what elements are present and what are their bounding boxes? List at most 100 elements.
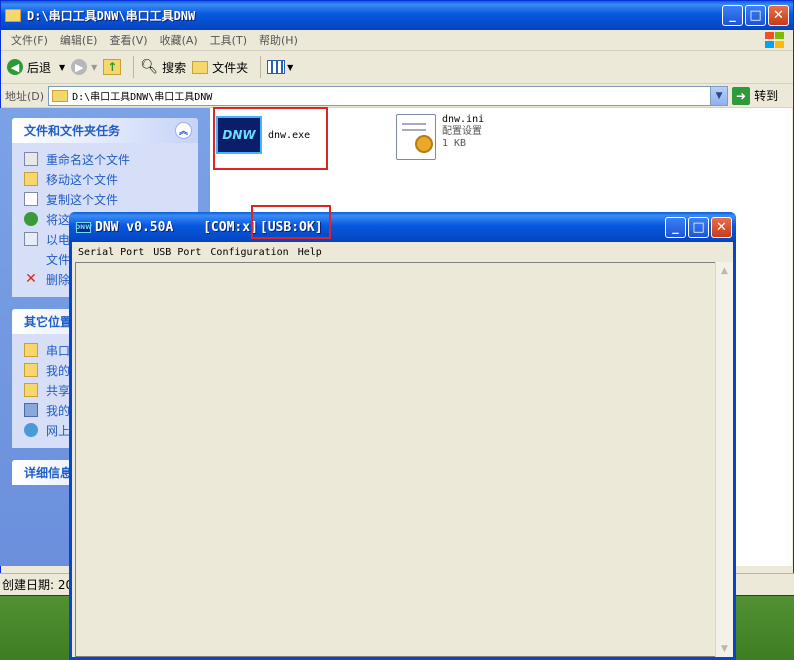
back-dropdown-icon[interactable]: ▼ [59, 63, 65, 72]
dnw-output-area[interactable] [75, 262, 718, 657]
task-label: 复制这个文件 [46, 192, 119, 207]
task-move[interactable]: 移动这个文件 [24, 169, 188, 189]
go-arrow-icon: ➜ [732, 86, 751, 105]
task-label: 重命名这个文件 [46, 152, 131, 167]
globe-icon [24, 212, 38, 226]
forward-dropdown-icon[interactable]: ▼ [91, 63, 97, 72]
rename-icon [24, 152, 38, 166]
network-icon [24, 423, 38, 437]
file-tasks-title: 文件和文件夹任务 [24, 124, 121, 138]
maximize-button[interactable]: □ [745, 5, 766, 26]
place-label: 我的 [46, 363, 71, 378]
place-label: 共享 [46, 383, 71, 398]
menu-favorites[interactable]: 收藏(A) [154, 32, 204, 48]
close-button[interactable]: ✕ [768, 5, 789, 26]
menu-usb-port[interactable]: USB Port [150, 247, 207, 258]
address-dropdown-icon[interactable]: ▼ [710, 86, 728, 105]
delete-x-icon: ✕ [25, 271, 37, 287]
views-dropdown-icon: ▼ [287, 62, 294, 72]
dnw-title-icon: DNW [75, 221, 92, 233]
close-button[interactable]: ✕ [711, 216, 732, 238]
menu-file[interactable]: 文件(F) [5, 32, 54, 48]
menu-edit[interactable]: 编辑(E) [54, 32, 104, 48]
menu-configuration[interactable]: Configuration [207, 247, 294, 258]
folder-icon [52, 89, 69, 102]
address-bar: 地址(D) D:\串口工具DNW\串口工具DNW ▼ ➜ 转到 [1, 84, 793, 108]
maximize-button[interactable]: □ [688, 216, 709, 238]
dnw-title-com: [COM:x] [203, 219, 258, 235]
search-label: 搜索 [162, 60, 187, 75]
search-button[interactable]: 🔍︎ 搜索 [140, 59, 186, 76]
views-icon [267, 60, 286, 74]
task-label: 文件 [46, 252, 71, 267]
go-label: 转到 [754, 89, 779, 103]
task-label: 以电 [46, 232, 71, 247]
place-label: 网上 [46, 423, 71, 438]
dnw-title-app: DNW v0.50A [95, 219, 174, 235]
task-label: 删除 [46, 272, 71, 287]
menu-view[interactable]: 查看(V) [103, 32, 153, 48]
menu-serial-port[interactable]: Serial Port [75, 247, 150, 258]
menu-help[interactable]: Help [295, 247, 328, 258]
task-label: 移动这个文件 [46, 172, 119, 187]
task-copy[interactable]: 复制这个文件 [24, 189, 188, 209]
back-label: 后退 [27, 60, 52, 75]
menu-tools[interactable]: 工具(T) [204, 32, 253, 48]
vertical-scrollbar[interactable]: ▲ ▼ [715, 262, 733, 657]
explorer-toolbar: ◀ 后退 ▼ ▶ ▼ ↑ 🔍︎ 搜索 文件夹 ▼ [1, 51, 793, 84]
toolbar-separator [133, 56, 135, 78]
forward-button[interactable]: ▶ ▼ [71, 59, 97, 75]
explorer-titlebar[interactable]: D:\串口工具DNW\串口工具DNW _ □ ✕ [1, 1, 793, 30]
folder-icon [24, 343, 38, 357]
file-tasks-header[interactable]: 文件和文件夹任务 ︽ [12, 118, 198, 143]
collapse-chevron-icon[interactable]: ︽ [175, 122, 192, 139]
minimize-button[interactable]: _ [665, 216, 686, 238]
up-folder-button[interactable]: ↑ [103, 59, 122, 75]
task-rename[interactable]: 重命名这个文件 [24, 149, 188, 169]
place-label: 我的 [46, 403, 71, 418]
dnw-title: DNW v0.50A [COM:x] [USB:OK] [95, 220, 663, 235]
scroll-up-icon[interactable]: ▲ [716, 262, 733, 279]
file-size: 1 KB [442, 138, 467, 149]
views-button[interactable]: ▼ [267, 60, 293, 74]
dnw-titlebar[interactable]: DNW DNW v0.50A [COM:x] [USB:OK] _ □ ✕ [69, 212, 736, 242]
address-label: 地址(D) [5, 89, 45, 103]
menu-help[interactable]: 帮助(H) [253, 32, 304, 48]
my-computer-icon [24, 403, 38, 417]
details-title: 详细信息 [24, 466, 73, 480]
task-label: 将这 [46, 212, 71, 227]
folders-icon [192, 60, 209, 74]
file-name: dnw.ini [442, 114, 485, 125]
minimize-button[interactable]: _ [722, 5, 743, 26]
config-file-icon [396, 114, 436, 160]
address-value: D:\串口工具DNW\串口工具DNW [72, 92, 213, 103]
my-documents-icon [24, 363, 38, 377]
highlight-box-usb [251, 205, 331, 239]
email-icon [24, 232, 38, 246]
go-button[interactable]: ➜ 转到 [732, 86, 779, 105]
toolbar-separator [260, 56, 262, 78]
copy-icon [24, 192, 38, 206]
up-folder-icon: ↑ [103, 59, 122, 75]
scroll-down-icon[interactable]: ▼ [716, 640, 733, 657]
folders-label: 文件夹 [212, 60, 249, 75]
highlight-box-file [213, 107, 328, 170]
shared-folder-icon [24, 383, 38, 397]
folder-icon [5, 9, 21, 22]
explorer-menubar: 文件(F) 编辑(E) 查看(V) 收藏(A) 工具(T) 帮助(H) [1, 30, 793, 51]
search-icon: 🔍︎ [140, 59, 159, 75]
address-input[interactable]: D:\串口工具DNW\串口工具DNW ▼ [48, 85, 729, 106]
explorer-title: D:\串口工具DNW\串口工具DNW [27, 9, 196, 23]
status-text: 创建日期: 20 [2, 578, 74, 592]
file-item-dnw-ini[interactable]: dnw.ini 配置设置 1 KB [396, 114, 484, 160]
place-label: 串口 [46, 343, 71, 358]
dnw-menubar: Serial Port USB Port Configuration Help [72, 242, 733, 262]
move-icon [24, 172, 38, 186]
file-type: 配置设置 [442, 126, 482, 137]
dnw-window: DNW DNW v0.50A [COM:x] [USB:OK] _ □ ✕ Ser… [69, 205, 736, 660]
back-button[interactable]: ◀ 后退 ▼ [7, 59, 65, 76]
windows-logo-icon [763, 31, 785, 49]
forward-arrow-icon: ▶ [71, 59, 88, 75]
other-places-title: 其它位置 [24, 315, 73, 329]
folders-button[interactable]: 文件夹 [192, 59, 248, 76]
